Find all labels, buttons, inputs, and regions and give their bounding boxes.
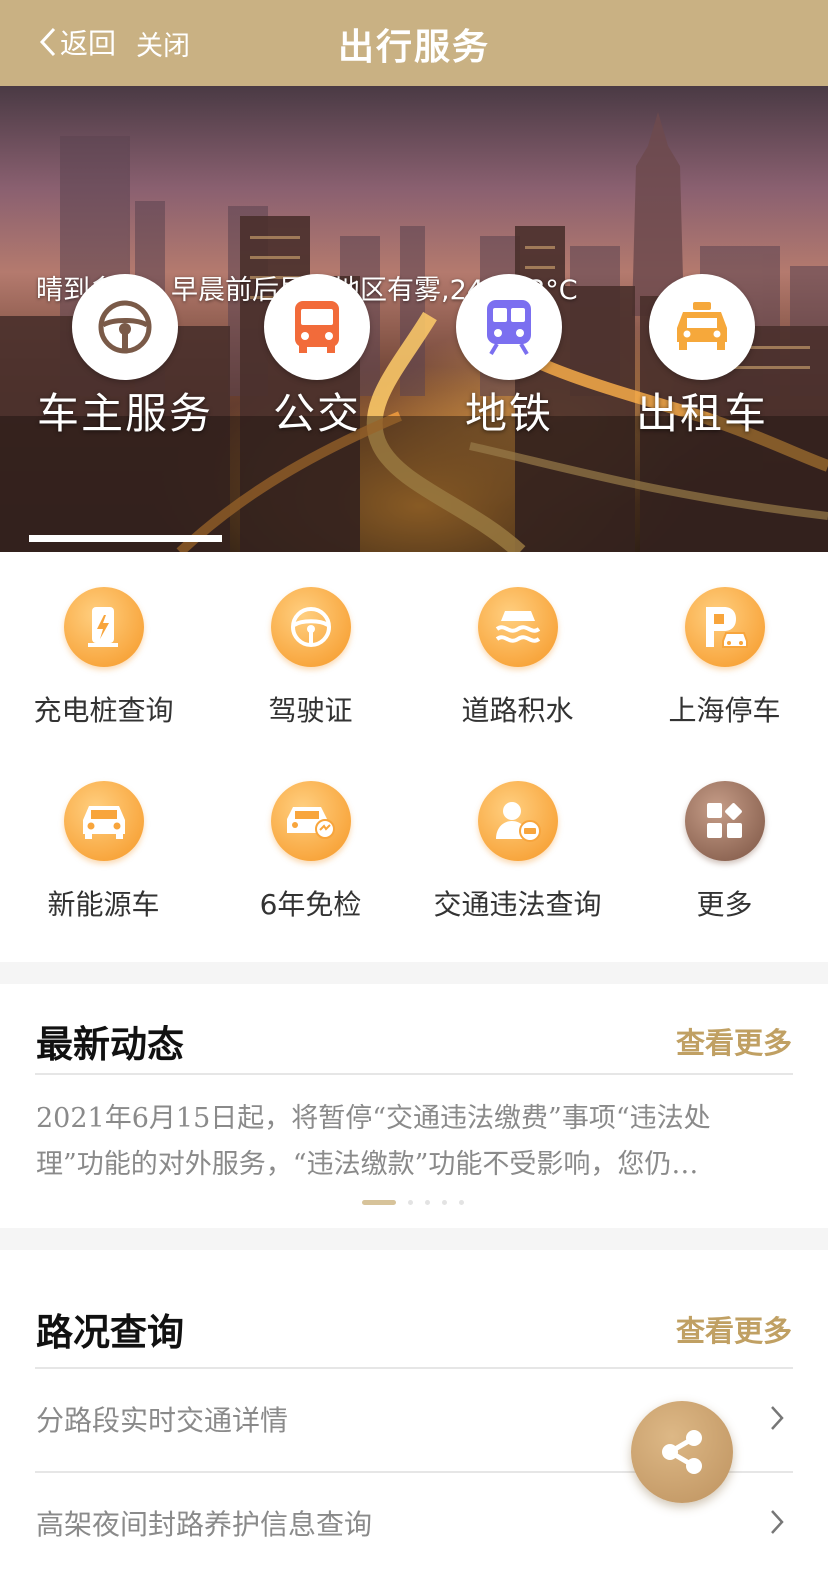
tab-owner-services[interactable]: 车主服务	[29, 274, 221, 441]
service-label: 交通违法查询	[433, 888, 602, 921]
tab-bus[interactable]: 公交	[221, 274, 413, 441]
bus-icon	[295, 301, 339, 353]
service-label: 道路积水	[461, 694, 574, 727]
pager-dot	[425, 1200, 430, 1205]
more-grid-icon	[706, 803, 742, 838]
service-six-year-exemption[interactable]: 6年免检	[207, 781, 414, 923]
tab-label: 出租车	[635, 389, 768, 438]
service-road-water[interactable]: 道路积水	[414, 587, 621, 729]
tab-taxi[interactable]: 出租车	[606, 274, 798, 441]
service-more[interactable]: 更多	[621, 781, 828, 923]
pager-dot-active	[362, 1200, 396, 1205]
share-button[interactable]	[631, 1401, 733, 1503]
service-icon-circle	[63, 587, 144, 667]
service-driver-license[interactable]: 驾驶证	[207, 587, 414, 729]
charging-pile-icon	[87, 607, 118, 647]
list-item-label: 高架夜间封路养护信息查询	[36, 1508, 373, 1541]
top-bar: 返回 关闭 出行服务	[0, 0, 828, 86]
parking-icon	[705, 607, 748, 648]
traffic-more-link[interactable]: 查看更多	[676, 1308, 792, 1350]
service-icon-circle	[270, 587, 351, 667]
pager-dot	[442, 1200, 447, 1205]
news-more-link[interactable]: 查看更多	[676, 1020, 792, 1062]
tab-icon-circle	[456, 274, 562, 380]
service-label: 更多	[696, 888, 753, 921]
service-label: 驾驶证	[268, 694, 353, 727]
service-icon-circle	[63, 781, 144, 861]
chevron-right-icon	[771, 1406, 784, 1430]
active-tab-indicator	[29, 535, 222, 542]
service-label: 上海停车	[668, 694, 781, 727]
steering-wheel-icon	[290, 607, 331, 647]
tab-icon-circle	[264, 274, 370, 380]
service-shanghai-parking[interactable]: 上海停车	[621, 587, 828, 729]
pager-dot	[408, 1200, 413, 1205]
taxi-icon	[677, 302, 727, 350]
section-divider	[0, 962, 828, 984]
tab-icon-circle	[649, 274, 755, 380]
service-charging-pile[interactable]: 充电桩查询	[0, 587, 207, 729]
road-water-icon	[495, 611, 540, 643]
service-icon-circle	[684, 587, 765, 667]
service-icon-circle	[477, 587, 558, 667]
page-title: 出行服务	[337, 27, 490, 68]
divider	[35, 1073, 793, 1075]
car-inspection-icon	[286, 807, 335, 839]
subway-icon	[487, 300, 531, 356]
share-icon	[662, 1430, 702, 1474]
service-traffic-violation[interactable]: 交通违法查询	[414, 781, 621, 923]
service-label: 新能源车	[47, 888, 160, 921]
service-new-energy-car[interactable]: 新能源车	[0, 781, 207, 923]
service-icon-circle	[477, 781, 558, 861]
tab-label: 地铁	[464, 389, 553, 438]
steering-wheel-icon	[98, 300, 152, 354]
service-icon-circle	[270, 781, 351, 861]
tab-label: 车主服务	[36, 389, 213, 438]
section-divider	[0, 1228, 828, 1250]
chevron-right-icon	[771, 1510, 784, 1534]
tab-subway[interactable]: 地铁	[413, 274, 605, 441]
service-grid: 充电桩查询 驾驶证 道路积水 上海停车 新能源车 6年免检 交通违法查询 更多	[0, 552, 828, 962]
service-label: 充电桩查询	[33, 694, 174, 727]
car-icon	[82, 806, 125, 839]
tab-icon-circle	[72, 274, 178, 380]
news-item-text[interactable]: 2021年6月15日起，将暂停“交通违法缴费”事项“违法处理”功能的对外服务，“…	[36, 1096, 766, 1188]
list-item-label: 分路段实时交通详情	[36, 1404, 289, 1437]
service-label: 6年免检	[259, 888, 362, 921]
pager-dot	[459, 1200, 464, 1205]
tab-label: 公交	[272, 389, 361, 438]
traffic-violation-icon	[495, 802, 541, 842]
news-title: 最新动态	[36, 1023, 184, 1066]
service-icon-circle	[684, 781, 765, 861]
traffic-title: 路况查询	[36, 1311, 184, 1354]
